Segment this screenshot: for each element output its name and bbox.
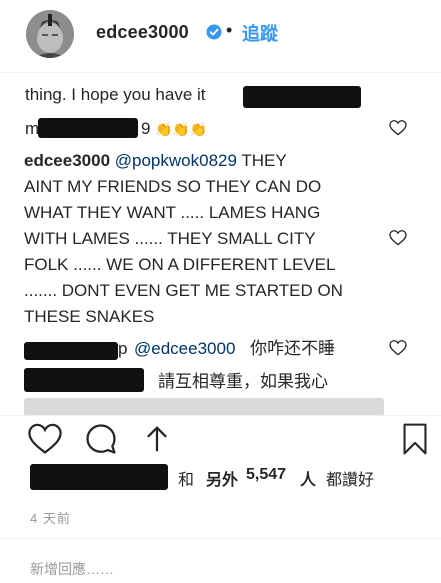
add-comment-input[interactable]: 新增回應…… xyxy=(30,559,114,579)
instagram-post: edcee3000 • 追蹤 thing. I hope you have it… xyxy=(0,0,441,583)
redaction-bar xyxy=(24,368,144,392)
avatar-image xyxy=(26,10,74,58)
likes-unit: 人 xyxy=(300,472,317,489)
bookmark-icon[interactable] xyxy=(398,422,432,456)
likes-and: 和 xyxy=(178,472,195,489)
cutoff-text-line xyxy=(24,398,384,415)
comment-line: AINT MY FRIENDS SO THEY CAN DO xyxy=(24,177,322,196)
comment-line: WITH LAMES ...... THEY SMALL CITY xyxy=(24,229,316,248)
comment-text: 9 xyxy=(141,119,151,138)
redaction-bar xyxy=(38,118,138,138)
comment-mention[interactable]: @popkwok0829 xyxy=(115,151,237,170)
comment-icon[interactable] xyxy=(84,422,118,456)
heart-icon[interactable] xyxy=(28,422,62,456)
add-comment-bar[interactable]: 新增回應…… xyxy=(0,538,441,583)
comment-line: WHAT THEY WANT ..... LAMES HANG xyxy=(24,203,321,222)
comment-line: THEY xyxy=(241,151,287,170)
share-icon[interactable] xyxy=(140,422,174,456)
likes-count[interactable]: 5,547 xyxy=(246,466,286,484)
post-timestamp[interactable]: 4 天前 xyxy=(30,508,71,527)
follow-button[interactable]: 追蹤 xyxy=(242,20,278,46)
likes-liked-label: 都讚好 xyxy=(326,472,375,489)
comment-author-fragment: p xyxy=(118,339,128,358)
comment-like-heart-icon[interactable] xyxy=(389,120,407,136)
separator-dot: • xyxy=(226,20,233,40)
comment-like-heart-icon[interactable] xyxy=(389,230,407,246)
likes-others-label[interactable]: 另外 xyxy=(206,466,238,490)
verified-badge-icon xyxy=(206,24,222,40)
clapping-hands-emoji: 👏👏👏 xyxy=(155,121,208,137)
comment-text: 請互相尊重，如果我心 xyxy=(158,372,328,391)
redaction-bar xyxy=(243,86,361,108)
comment-text: 你咋还不睡 xyxy=(250,339,335,358)
post-header: edcee3000 • 追蹤 xyxy=(0,0,441,73)
username[interactable]: edcee3000 xyxy=(96,22,189,43)
avatar[interactable] xyxy=(26,10,74,58)
redaction-bar xyxy=(24,342,118,360)
comments-list[interactable]: thing. I hope you have it m 9 👏👏👏 edcee3… xyxy=(0,72,441,415)
comment-line: THESE SNAKES xyxy=(24,307,155,326)
comment-like-heart-icon[interactable] xyxy=(389,340,407,356)
redaction-bar xyxy=(30,464,168,490)
comment-text: thing. I hope you have it xyxy=(25,85,206,104)
comment-item: edcee3000 @popkwok0829 THEY AINT MY FRIE… xyxy=(24,148,372,330)
comment-mention[interactable]: @edcee3000 xyxy=(134,336,235,362)
comment-author[interactable]: edcee3000 xyxy=(24,151,110,170)
comment-line: FOLK ...... WE ON A DIFFERENT LEVEL xyxy=(24,255,336,274)
comment-line: ....... DONT EVEN GET ME STARTED ON xyxy=(24,281,343,300)
action-bar xyxy=(0,415,441,460)
